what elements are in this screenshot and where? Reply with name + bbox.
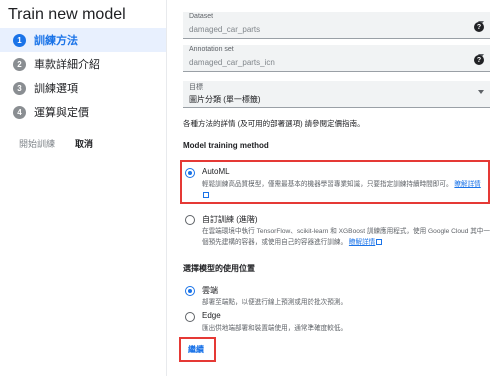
step-number-4: 4: [13, 105, 26, 119]
automl-title: AutoML: [202, 167, 230, 176]
cancel-button[interactable]: 取消: [75, 137, 93, 150]
dataset-value: damaged_car_parts: [189, 25, 261, 34]
step-label-training-method: 訓練方法: [34, 35, 78, 47]
wizard-sidebar: Train new model 1 訓練方法 2 車款詳細介紹 3 訓練選項 4…: [0, 0, 166, 376]
step-model-details[interactable]: 2 車款詳細介紹: [0, 52, 166, 76]
step-label-compute-pricing: 運算與定價: [34, 107, 89, 119]
chevron-down-icon: [478, 90, 484, 94]
start-training-button[interactable]: 開始訓練: [19, 137, 55, 150]
annotation-set-select[interactable]: Annotation set damaged_car_parts_icn: [183, 45, 490, 72]
step-number-1: 1: [13, 33, 26, 47]
custom-training-description: 在雲端環境中執行 TensorFlow、scikit-learn 和 XGBoo…: [202, 226, 494, 248]
step-label-model-details: 車款詳細介紹: [34, 59, 100, 71]
external-link-icon: [203, 192, 209, 199]
objective-value: 圖片分類 (單一標籤): [189, 95, 261, 104]
automl-desc-text: 輕鬆訓練高品質模型，僅需最基本的機器學習專業知識，只要指定訓練持續時間即可。: [202, 181, 453, 188]
custom-learn-more-link[interactable]: 瞭解詳情: [349, 239, 375, 246]
sidebar-actions: 開始訓練 取消: [19, 137, 93, 150]
step-training-options[interactable]: 3 訓練選項: [0, 76, 166, 100]
cloud-radio[interactable]: [185, 286, 195, 296]
deploy-location-title: 選擇模型的使用位置: [183, 264, 255, 273]
custom-training-radio[interactable]: [185, 215, 195, 225]
dataset-label: Dataset: [189, 13, 214, 20]
training-method-form: Dataset damaged_car_parts ? Annotation s…: [167, 0, 500, 376]
automl-description: 輕鬆訓練高品質模型，僅需最基本的機器學習專業知識，只要指定訓練持續時間即可。 瞭…: [202, 179, 482, 201]
custom-training-title: 自訂訓練 (進階): [202, 215, 258, 224]
step-number-2: 2: [13, 57, 26, 71]
annotation-set-value: damaged_car_parts_icn: [189, 58, 275, 67]
external-link-icon: [376, 239, 383, 246]
edge-description: 匯出供地端部署和裝置端使用，通常準確度較低。: [202, 325, 348, 332]
automl-radio[interactable]: [185, 168, 195, 178]
cloud-description: 部署至端點，以便進行線上預測或用於批次預測。: [202, 299, 348, 306]
step-number-3: 3: [13, 81, 26, 95]
objective-select[interactable]: 目標 圖片分類 (單一標籤): [183, 81, 490, 108]
annotation-set-label: Annotation set: [189, 46, 234, 53]
edge-radio[interactable]: [185, 312, 195, 322]
pricing-guide-text: 各種方法的詳情 (及可用的部署選項) 請參閱定價指南。: [183, 119, 365, 128]
training-method-title: Model training method: [183, 141, 269, 150]
automl-learn-more-link[interactable]: 瞭解詳情: [454, 181, 480, 188]
dialog-title: Train new model: [8, 6, 126, 23]
custom-desc-text: 在雲端環境中執行 TensorFlow、scikit-learn 和 XGBoo…: [202, 228, 490, 246]
continue-button[interactable]: 繼續: [184, 344, 208, 356]
step-label-training-options: 訓練選項: [34, 83, 78, 95]
help-icon[interactable]: ?: [474, 55, 484, 65]
step-training-method[interactable]: 1 訓練方法: [0, 28, 166, 52]
train-model-dialog: Train new model 1 訓練方法 2 車款詳細介紹 3 訓練選項 4…: [0, 0, 500, 376]
cloud-title: 雲端: [202, 286, 218, 295]
dataset-select[interactable]: Dataset damaged_car_parts: [183, 12, 490, 39]
objective-label: 目標: [189, 84, 203, 91]
edge-title: Edge: [202, 311, 221, 320]
help-icon[interactable]: ?: [474, 22, 484, 32]
step-compute-pricing[interactable]: 4 運算與定價: [0, 100, 166, 124]
